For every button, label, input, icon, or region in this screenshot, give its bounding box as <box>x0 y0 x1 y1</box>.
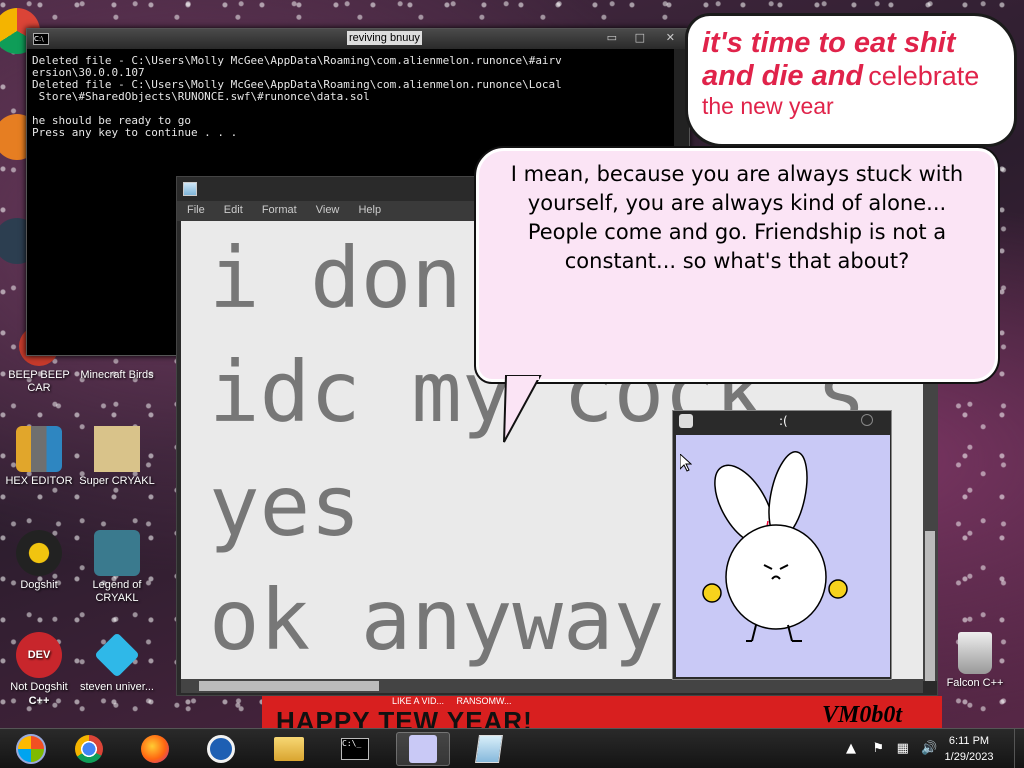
scroll-thumb[interactable] <box>199 681 379 691</box>
chrome-icon <box>75 735 103 763</box>
cryakl-icon <box>94 426 140 472</box>
speech-bubble: I mean, because you are always stuck wit… <box>474 146 1000 384</box>
desktop-icon-label: Super CRYAKL <box>79 475 155 487</box>
menu-format[interactable]: Format <box>262 204 297 216</box>
bunny-canvas <box>676 435 890 677</box>
speech-bubble-tail <box>503 375 542 443</box>
desktop-icon-label: Dogshit <box>20 579 58 591</box>
desktop-icon-super-cryakl[interactable]: Super CRYAKL <box>78 426 156 488</box>
taskbar-console[interactable]: C:\_ <box>328 732 382 766</box>
show-desktop-button[interactable] <box>1014 729 1024 768</box>
bunny-icon <box>409 735 437 763</box>
desktop-icon-steven-universe[interactable]: steven univer... <box>78 632 156 694</box>
dev-cpp-icon: DEV C++ <box>16 632 62 707</box>
notepad-horizontal-scrollbar[interactable] <box>181 679 923 693</box>
scroll-thumb[interactable] <box>925 531 935 681</box>
speech-bubble-text: I mean, because you are always stuck wit… <box>510 162 964 273</box>
desktop-icon-label: steven univer... <box>80 681 154 693</box>
bunny-character-icon <box>702 451 848 642</box>
notepad-icon <box>475 735 503 763</box>
desktop-icon-label: Falcon C++ <box>946 677 1004 689</box>
taskbar-ie[interactable] <box>194 732 248 766</box>
bunny-window-title: :( <box>779 414 788 428</box>
clock-time: 6:11 PM <box>948 735 990 747</box>
show-hidden-icons[interactable]: ▲ <box>846 741 856 756</box>
taskbar-bunny[interactable] <box>396 732 450 766</box>
system-tray: ▲ ⚑ ▦ 🔊 <box>846 741 937 756</box>
bunny-app-icon <box>679 414 693 428</box>
taskbar: C:\_ ▲ ⚑ ▦ 🔊 6:11 PM 1/29/2023 <box>0 728 1024 768</box>
sticker-line-3: the new year <box>702 93 834 119</box>
desktop-icon-label: HEX EDITOR <box>5 475 73 487</box>
desktop-icon-label: Not Dogshit <box>10 681 68 693</box>
notepad-icon <box>183 182 197 196</box>
minimize-icon[interactable]: ▭ <box>607 31 617 44</box>
network-icon[interactable]: ▦ <box>897 741 909 756</box>
desktop-icon-label: BEEP BEEP CAR <box>8 369 70 394</box>
start-button[interactable] <box>4 732 58 766</box>
banner-text: HAPPY TEW YEAR! <box>276 706 533 728</box>
folder-icon <box>274 737 304 761</box>
taskbar-firefox[interactable] <box>128 732 182 766</box>
banner-labels: LIKE A VID... RANSOMW... <box>392 696 512 706</box>
menu-file[interactable]: File <box>187 204 205 216</box>
desktop-icon-hex-editor[interactable]: HEX EDITOR <box>0 426 78 488</box>
celebrate-sticker: it's time to eat shit and die and celebr… <box>688 16 1014 144</box>
flag-icon[interactable]: ⚑ <box>873 741 885 756</box>
firefox-icon <box>141 735 169 763</box>
close-icon[interactable]: ✕ <box>666 31 675 44</box>
taskbar-chrome[interactable] <box>62 732 116 766</box>
desktop-icon-legend-of-cryakl[interactable]: Legend of CRYAKL <box>78 530 156 605</box>
legend-icon <box>94 530 140 576</box>
maximize-icon[interactable]: □ <box>635 31 645 44</box>
dogshit-icon <box>16 530 62 576</box>
banner-vm-text: VM0b0t <box>822 702 903 728</box>
menu-edit[interactable]: Edit <box>224 204 243 216</box>
console-title: reviving bnuuy <box>347 31 422 45</box>
close-icon[interactable] <box>861 414 873 426</box>
desktop-icon-not-dogshit[interactable]: DEV C++ Not Dogshit <box>0 632 78 707</box>
sticker-line-2a: and die and <box>702 60 864 92</box>
desktop-icon-label: Legend of CRYAKL <box>92 579 142 604</box>
menu-help[interactable]: Help <box>358 204 381 216</box>
clock-date: 1/29/2023 <box>944 751 994 763</box>
start-orb-icon <box>16 734 46 764</box>
mouse-cursor-icon <box>680 454 692 472</box>
menu-view[interactable]: View <box>316 204 340 216</box>
bunny-window[interactable]: :( <box>672 410 892 680</box>
sticker-line-2b: celebrate <box>868 61 980 91</box>
taskbar-explorer[interactable] <box>262 732 316 766</box>
taskbar-clock[interactable]: 6:11 PM 1/29/2023 <box>934 733 1004 765</box>
diamond-icon <box>94 632 140 678</box>
ie-icon <box>207 735 235 763</box>
desktop-icon-dogshit[interactable]: Dogshit <box>0 530 78 592</box>
desktop-icon-label: Minecraft Birds <box>80 369 154 381</box>
bunny-title-bar[interactable]: :( <box>673 411 891 433</box>
sticker-line-1: it's time to eat shit <box>702 27 956 59</box>
console-icon: C:\ <box>33 33 49 45</box>
console-icon: C:\_ <box>341 738 369 760</box>
hex-editor-icon <box>16 426 62 472</box>
new-year-banner: LIKE A VID... RANSOMW... HAPPY TEW YEAR!… <box>262 696 942 728</box>
recycle-bin-icon <box>958 632 992 674</box>
taskbar-notepad[interactable] <box>462 732 516 766</box>
desktop-icon-falcon-cpp[interactable]: Falcon C++ <box>936 632 1014 690</box>
console-title-bar[interactable]: C:\ reviving bnuuy ▭ □ ✕ <box>27 29 689 49</box>
